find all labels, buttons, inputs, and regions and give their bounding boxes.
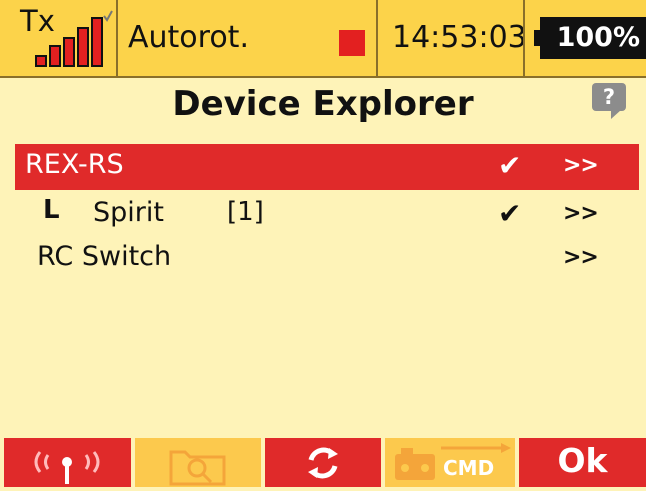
device-name: RC Switch — [37, 241, 172, 272]
transmitter-cmd-button[interactable]: CMD — [385, 438, 515, 487]
model-name: Autorot. — [128, 20, 249, 55]
help-icon-tail — [611, 110, 621, 119]
signal-strength-icon — [35, 10, 113, 67]
status-separator — [523, 0, 525, 76]
refresh-button[interactable] — [265, 438, 381, 487]
ok-button[interactable]: Ok — [519, 438, 646, 487]
broadcast-button[interactable] — [4, 438, 131, 487]
device-name: REX-RS — [25, 149, 124, 180]
cmd-label: CMD — [443, 456, 495, 480]
wireless-broadcast-icon — [34, 451, 100, 484]
open-arrow[interactable]: >> — [563, 245, 599, 270]
refresh-icon — [308, 447, 338, 479]
open-arrow[interactable]: >> — [563, 201, 599, 226]
help-icon[interactable]: ? — [592, 83, 626, 111]
page-title: Device Explorer — [172, 84, 474, 124]
clock: 14:53:03 — [392, 20, 527, 55]
status-bar: Tx Autorot. 14:53:03 100% — [0, 0, 646, 78]
device-row-spirit[interactable]: L Spirit [1] ✔ >> — [15, 192, 639, 238]
bottom-toolbar: CMD Ok — [0, 438, 646, 487]
device-row-rc-switch[interactable]: RC Switch >> — [15, 236, 639, 282]
check-icon: ✔ — [498, 197, 522, 230]
ok-label: Ok — [557, 441, 608, 480]
record-indicator-icon — [339, 30, 365, 56]
device-row-rex-rs[interactable]: REX-RS ✔ >> — [15, 144, 639, 190]
device-index: [1] — [227, 197, 264, 227]
device-name: Spirit — [93, 197, 164, 228]
folder-search-icon — [169, 450, 226, 486]
status-separator — [376, 0, 378, 76]
battery-indicator: 100% — [540, 17, 646, 59]
open-arrow[interactable]: >> — [563, 153, 599, 178]
tree-branch-icon: L — [43, 195, 60, 225]
status-separator — [116, 0, 118, 76]
folder-search-button[interactable] — [135, 438, 261, 487]
check-icon: ✔ — [498, 149, 522, 182]
